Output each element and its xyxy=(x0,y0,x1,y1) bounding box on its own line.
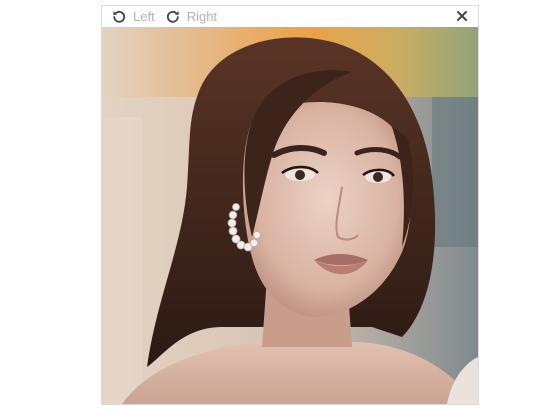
image-editor-panel: Left Right xyxy=(101,5,479,405)
rotate-toolbar: Left Right xyxy=(102,6,478,27)
close-icon xyxy=(455,10,469,27)
rotate-right-label: Right xyxy=(186,9,218,24)
rotate-left-icon xyxy=(111,9,127,25)
rotate-left-label: Left xyxy=(133,9,155,24)
rotate-right-button[interactable]: Right xyxy=(165,9,217,25)
portrait-photo xyxy=(102,27,478,404)
rotate-left-button[interactable]: Left xyxy=(111,9,155,25)
rotate-right-icon xyxy=(165,9,181,25)
close-button[interactable] xyxy=(455,9,469,23)
